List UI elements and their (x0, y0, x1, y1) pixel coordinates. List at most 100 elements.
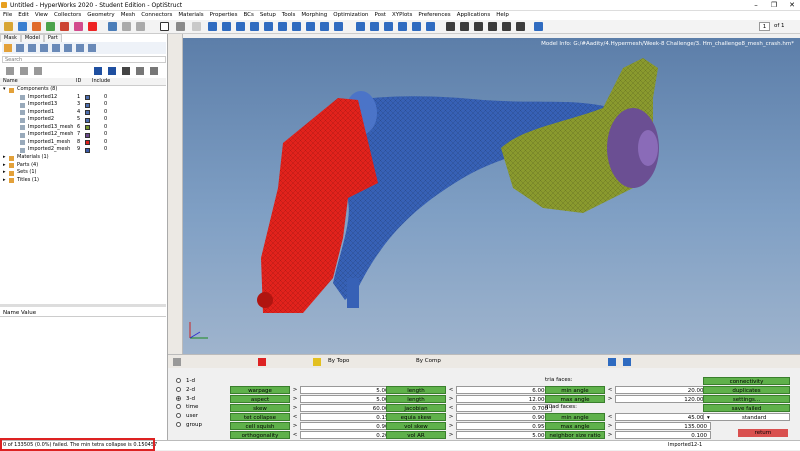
menu-edit[interactable]: Edit (15, 11, 32, 20)
menu-xyplots[interactable]: XYPlots (389, 11, 415, 20)
by-topo-label[interactable]: By Topo (328, 358, 349, 364)
criterion-button[interactable]: vol skew (386, 421, 446, 430)
view-iso-icon[interactable] (292, 22, 301, 31)
tree-view-icon[interactable] (34, 67, 42, 75)
menu-tools[interactable]: Tools (279, 11, 299, 20)
criterion-button[interactable]: neighbor size ratio (545, 430, 605, 439)
view-right-icon[interactable] (334, 22, 343, 31)
dim-radio[interactable]: 1-d (176, 377, 195, 385)
comparator-toggle[interactable]: > (291, 404, 299, 412)
list-item[interactable]: Imported13_mesh 6 0 (0, 124, 166, 132)
component-color[interactable] (85, 95, 90, 100)
criterion-button[interactable]: warpage (230, 386, 290, 394)
menu-applications[interactable]: Applications (454, 11, 494, 20)
column-id[interactable]: ID (76, 78, 81, 86)
menu-help[interactable]: Help (493, 11, 512, 20)
tree-components[interactable]: ▾ Components (8) (0, 86, 166, 94)
component-color-icon[interactable] (74, 22, 83, 31)
view-bottom-icon[interactable] (306, 22, 315, 31)
show-icon[interactable] (52, 44, 60, 52)
zoom-out-icon[interactable] (474, 22, 483, 31)
tab-part[interactable]: Part (43, 34, 62, 42)
dim-radio[interactable]: 2-d (176, 386, 195, 394)
pointer-icon[interactable] (122, 67, 130, 75)
display-all-icon[interactable] (94, 67, 102, 75)
component-color[interactable] (85, 147, 90, 153)
zoom-window-icon[interactable] (460, 22, 469, 31)
view-side-icon[interactable] (278, 22, 287, 31)
pan-icon[interactable] (488, 22, 497, 31)
criterion-value-input[interactable]: 12.000 (456, 394, 552, 403)
component-color[interactable] (85, 125, 90, 130)
comparator-toggle[interactable]: > (291, 422, 299, 430)
menu-properties[interactable]: Properties (207, 11, 241, 20)
settings-icon[interactable] (173, 358, 181, 366)
criterion-button[interactable]: length (386, 386, 446, 394)
criterion-value-input[interactable]: 5.000 (300, 386, 396, 394)
settings-icon[interactable] (88, 44, 96, 52)
expand-icon[interactable] (16, 44, 24, 52)
dim-radio[interactable]: group (176, 421, 202, 429)
comparator-toggle[interactable]: < (447, 404, 455, 412)
tab-mask[interactable]: Mask (0, 34, 21, 42)
list-item[interactable]: Imported1 4 0 (0, 109, 166, 117)
criterion-button[interactable]: min angle (545, 386, 605, 394)
standard-select[interactable]: ▾ standard (703, 413, 790, 421)
zoom-icon[interactable] (446, 22, 455, 31)
view-fit-icon[interactable] (208, 22, 217, 31)
comparator-toggle[interactable]: > (447, 395, 455, 403)
isolate-icon[interactable] (64, 44, 72, 52)
criterion-value-input[interactable]: 0.100 (615, 430, 711, 439)
settings-button[interactable]: settings... (703, 395, 790, 403)
comparator-toggle[interactable]: > (291, 395, 299, 403)
minimize-icon[interactable]: – (748, 0, 764, 11)
criterion-value-input[interactable]: 0.200 (300, 430, 396, 439)
fit-view-icon[interactable] (516, 22, 525, 31)
left-view-icon[interactable] (384, 22, 393, 31)
comparator-toggle[interactable]: > (447, 422, 455, 430)
criterion-button[interactable]: jacobian (386, 403, 446, 412)
right-view-icon[interactable] (398, 22, 407, 31)
redo-icon[interactable] (136, 22, 145, 31)
iso-view-icon[interactable] (412, 22, 421, 31)
rotate-right-icon[interactable] (236, 22, 245, 31)
criterion-value-input[interactable]: 45.000 (615, 412, 711, 421)
component-color[interactable] (85, 102, 90, 108)
menu-materials[interactable]: Materials (175, 11, 206, 20)
star-icon[interactable] (313, 358, 321, 366)
open-model-icon[interactable] (4, 22, 13, 31)
criterion-button[interactable]: equia skew (386, 412, 446, 421)
comparator-toggle[interactable]: > (606, 422, 614, 430)
undo-view-icon[interactable] (534, 22, 543, 31)
display-mode-icon[interactable] (176, 22, 185, 31)
dim-radio[interactable]: time (176, 403, 198, 411)
menu-mesh[interactable]: Mesh (118, 11, 138, 20)
hide-icon[interactable] (40, 44, 48, 52)
comparator-toggle[interactable]: > (291, 386, 299, 394)
graphics-viewport[interactable]: Model Info: G:/#Aadity/4.Hypermesh/Week-… (183, 38, 800, 354)
criterion-button[interactable]: length (386, 394, 446, 403)
criterion-value-input[interactable]: 60.000 (300, 403, 396, 412)
dim-radio[interactable]: user (176, 412, 198, 420)
element-display-icon[interactable] (192, 22, 201, 31)
save-failed-button[interactable]: save failed (703, 404, 790, 412)
close-icon[interactable]: ✕ (784, 0, 800, 11)
criterion-value-input[interactable]: 5.000 (456, 430, 552, 439)
front-view-icon[interactable] (356, 22, 365, 31)
next-icon[interactable] (623, 358, 631, 366)
list-item[interactable]: Imported12_mesh 7 0 (0, 131, 166, 139)
view-back-icon[interactable] (320, 22, 329, 31)
rotate-view-icon[interactable] (502, 22, 511, 31)
export-icon[interactable] (46, 22, 55, 31)
display-none-icon[interactable] (108, 67, 116, 75)
tree-sets[interactable]: ▸ Sets (1) (0, 169, 166, 177)
menu-connectors[interactable]: Connectors (138, 11, 175, 20)
menu-file[interactable]: File (0, 11, 15, 20)
menu-collectors[interactable]: Collectors (51, 11, 84, 20)
user-icon[interactable] (108, 22, 117, 31)
criterion-button[interactable]: tet collapse (230, 412, 290, 421)
view-top-icon[interactable] (250, 22, 259, 31)
view-front-icon[interactable] (264, 22, 273, 31)
criterion-value-input[interactable]: 0.950 (456, 421, 552, 430)
filter-icon[interactable] (4, 44, 12, 52)
